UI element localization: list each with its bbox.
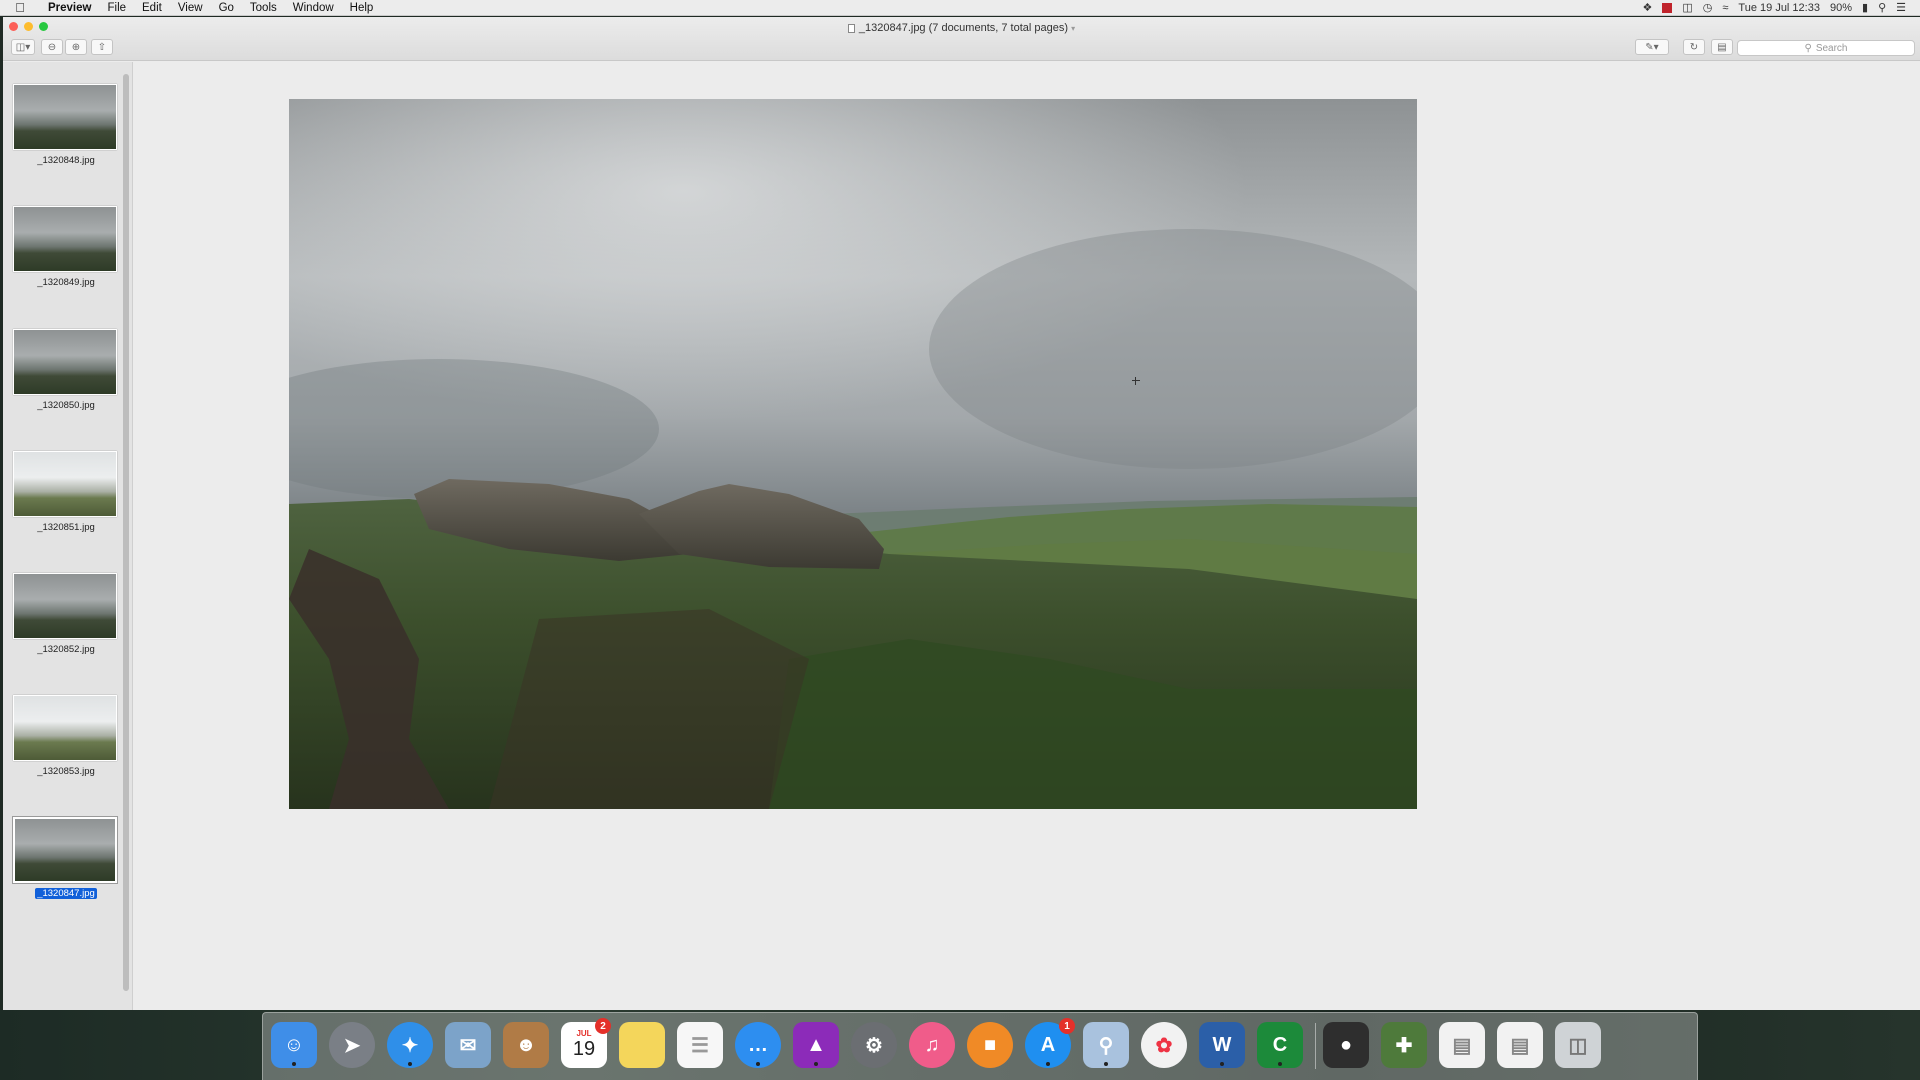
mail-icon[interactable]: ✉: [445, 1022, 491, 1068]
battery-text[interactable]: 90%: [1830, 2, 1852, 14]
spotlight-icon[interactable]: ⚲: [1878, 1, 1886, 14]
thumbnail-item[interactable]: _1320850.jpg: [11, 329, 121, 411]
app-store-icon[interactable]: A1: [1025, 1018, 1075, 1068]
thumbnail-image[interactable]: [13, 206, 117, 272]
time-machine-icon[interactable]: ◷: [1703, 1, 1713, 14]
toolbar: ◫▾ ⊖ ⊕ ⇧ ✎▾ ↻ ▤ ⚲ Search: [3, 39, 1920, 57]
sidebar-toggle-button[interactable]: ◫▾: [11, 39, 35, 55]
thumbnail-label: _1320853.jpg: [37, 766, 95, 777]
contacts-icon[interactable]: ☻: [503, 1022, 549, 1068]
launchpad-icon[interactable]: ➤: [329, 1022, 375, 1068]
trash-icon[interactable]: ◫: [1555, 1022, 1601, 1068]
thumbnail-label: _1320850.jpg: [37, 400, 95, 411]
folder-stack-icon[interactable]: ▤: [1497, 1022, 1543, 1068]
reminders-icon[interactable]: ☰: [677, 1022, 723, 1068]
thumbnail-image[interactable]: [13, 573, 117, 639]
preview-window: _1320847.jpg (7 documents, 7 total pages…: [3, 17, 1920, 1010]
affinity-photo-icon[interactable]: ▲: [793, 1022, 839, 1068]
crosshair-cursor-icon: [1132, 377, 1140, 385]
thumbnail-label: _1320848.jpg: [37, 155, 95, 166]
wifi-icon[interactable]: ≈: [1722, 2, 1728, 14]
word-icon[interactable]: W: [1199, 1022, 1245, 1068]
thumbnail-item[interactable]: _1320849.jpg: [11, 206, 121, 288]
app-store-badge: 1: [1059, 1018, 1075, 1034]
clock-text[interactable]: Tue 19 Jul 12:33: [1738, 2, 1820, 14]
thumbnail-sidebar: _1320848.jpg _1320849.jpg _1320850.jpg _…: [3, 62, 133, 1010]
record-status-icon[interactable]: [1662, 2, 1673, 13]
document-icon: [847, 23, 855, 33]
document-stack-icon[interactable]: ▤: [1439, 1022, 1485, 1068]
menu-window[interactable]: Window: [285, 2, 342, 14]
thumbnail-item-selected[interactable]: _1320847.jpg: [11, 817, 121, 899]
camtasia-glyph: C: [1272, 1033, 1288, 1056]
thumbnail-image[interactable]: [13, 817, 117, 883]
camtasia-icon[interactable]: C: [1257, 1022, 1303, 1068]
finder-icon[interactable]: ☺: [271, 1022, 317, 1068]
menu-help[interactable]: Help: [342, 2, 382, 14]
rotate-button[interactable]: ↻: [1683, 39, 1705, 55]
itunes-icon[interactable]: ♫: [909, 1022, 955, 1068]
menu-go[interactable]: Go: [211, 2, 242, 14]
share-button[interactable]: ⇧: [91, 39, 113, 55]
thumbnail-image[interactable]: [13, 451, 117, 517]
menu-edit[interactable]: Edit: [134, 2, 170, 14]
dock: ☺ ➤ ✦ ✉ ☻ JUL 19 2 ☰ … ▲ ⚙ ♫ ■ A1 ⚲ ✿ W …: [262, 1012, 1698, 1080]
menu-app-name[interactable]: Preview: [40, 2, 99, 14]
screen-capture-icon[interactable]: ✚: [1381, 1022, 1427, 1068]
battery-icon[interactable]: ▮: [1862, 1, 1868, 14]
ibooks-icon[interactable]: ■: [967, 1022, 1013, 1068]
search-icon: ⚲: [1804, 42, 1812, 54]
thumbnail-label: _1320851.jpg: [37, 522, 95, 533]
thumbnail-item[interactable]: _1320848.jpg: [11, 84, 121, 166]
calendar-icon[interactable]: JUL 19 2: [561, 1018, 611, 1068]
dropbox-icon[interactable]: ❖: [1642, 1, 1652, 14]
dock-separator: [1315, 1023, 1316, 1069]
thumbnail-image[interactable]: [13, 329, 117, 395]
main-photo[interactable]: [289, 99, 1417, 809]
markup-button[interactable]: ✎▾: [1635, 39, 1669, 55]
apple-menu-icon[interactable]: : [0, 0, 40, 15]
system-preferences-icon[interactable]: ⚙: [851, 1022, 897, 1068]
calendar-badge: 2: [595, 1018, 611, 1034]
title-bar: _1320847.jpg (7 documents, 7 total pages…: [3, 17, 1920, 61]
menu-view[interactable]: View: [170, 2, 211, 14]
menu-file[interactable]: File: [99, 2, 134, 14]
calendar-day: 19: [572, 1038, 596, 1060]
thumbnail-image[interactable]: [13, 695, 117, 761]
photos-icon[interactable]: ✿: [1141, 1022, 1187, 1068]
zoom-in-button[interactable]: ⊕: [65, 39, 87, 55]
thumbnail-label: _1320849.jpg: [37, 277, 95, 288]
screens-icon[interactable]: ◫: [1682, 1, 1692, 14]
sidebar-scrollbar[interactable]: [123, 74, 129, 991]
safari-icon[interactable]: ✦: [387, 1022, 433, 1068]
word-glyph: W: [1212, 1033, 1232, 1056]
notes-icon[interactable]: [619, 1022, 665, 1068]
thumbnail-label: _1320847.jpg: [11, 888, 121, 899]
recording-app-icon[interactable]: ●: [1323, 1022, 1369, 1068]
notification-center-icon[interactable]: ☰: [1896, 1, 1906, 14]
thumbnail-item[interactable]: _1320852.jpg: [11, 573, 121, 655]
window-title-text: _1320847.jpg (7 documents, 7 total pages…: [858, 22, 1069, 34]
messages-icon[interactable]: …: [735, 1022, 781, 1068]
menu-bar:  Preview File Edit View Go Tools Window…: [0, 0, 1920, 16]
window-title[interactable]: _1320847.jpg (7 documents, 7 total pages…: [3, 22, 1920, 34]
preview-icon[interactable]: ⚲: [1083, 1022, 1129, 1068]
landscape-photo-graphic: [289, 99, 1417, 809]
search-placeholder: Search: [1815, 42, 1848, 54]
thumbnail-item[interactable]: _1320851.jpg: [11, 451, 121, 533]
thumbnail-image[interactable]: [13, 84, 117, 150]
thumbnail-label: _1320852.jpg: [37, 644, 95, 655]
image-canvas: [134, 62, 1920, 1010]
search-field[interactable]: ⚲ Search: [1737, 40, 1915, 56]
thumbnail-item[interactable]: _1320853.jpg: [11, 695, 121, 777]
menu-tools[interactable]: Tools: [242, 2, 285, 14]
zoom-out-button[interactable]: ⊖: [41, 39, 63, 55]
thumbnail-label-selected-text: _1320847.jpg: [35, 888, 97, 899]
toolbox-button[interactable]: ▤: [1711, 39, 1733, 55]
calendar-month: JUL: [576, 1029, 592, 1038]
